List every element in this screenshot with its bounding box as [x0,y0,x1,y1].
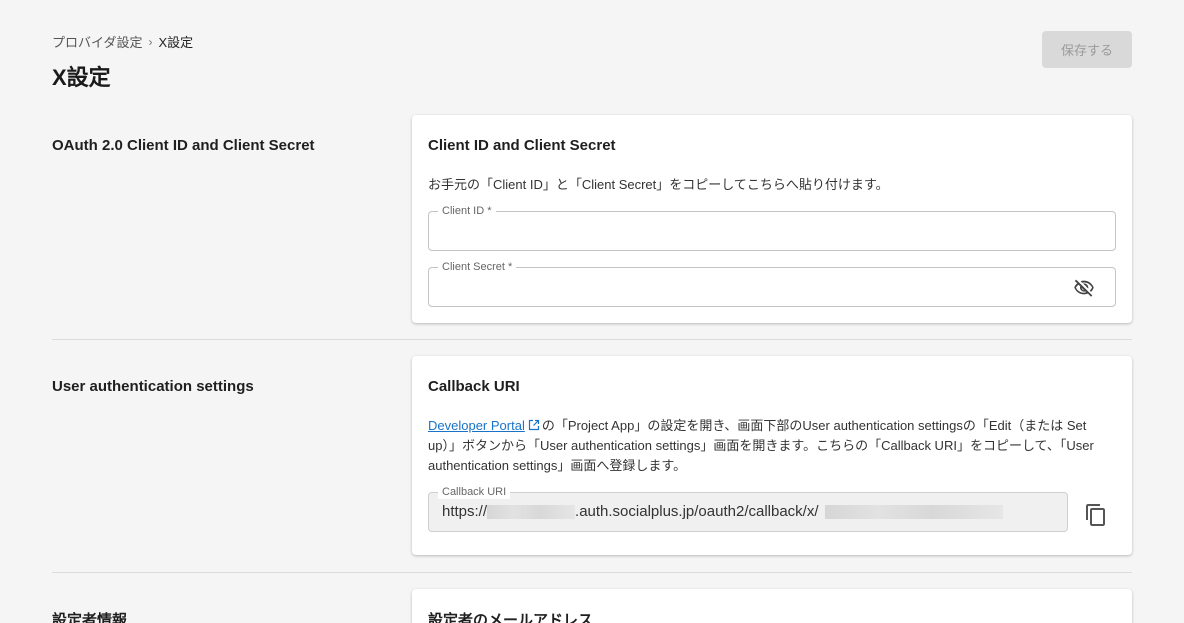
copy-icon[interactable] [1084,503,1108,527]
callback-uri-middle: .auth.socialplus.jp/oauth2/callback/x/ [575,503,819,520]
redacted-tenant [487,504,576,519]
card-description-client-credentials: お手元の「Client ID」と「Client Secret」をコピーしてこちら… [428,177,889,192]
card-title-setter-email: 設定者のメールアドレス [428,612,594,623]
client-id-label: Client ID * [438,204,496,218]
developer-portal-link[interactable]: Developer Portal [428,418,525,433]
page: プロバイダ設定 › X設定 X設定 保存する OAuth 2.0 Client … [0,0,1184,623]
breadcrumb: プロバイダ設定 › X設定 [52,32,193,51]
callback-uri-value: https:// .auth.socialplus.jp/oauth2/call… [442,503,1003,520]
section-label-oauth: OAuth 2.0 Client ID and Client Secret [52,137,315,154]
external-link-icon[interactable] [528,419,540,431]
section-oauth: OAuth 2.0 Client ID and Client Secret Cl… [52,115,1132,325]
section-divider [52,339,1132,340]
callback-uri-field: Callback URI https:// .auth.socialplus.j… [428,485,1068,532]
client-secret-label: Client Secret * [438,260,517,274]
card-title-client-credentials: Client ID and Client Secret [428,137,616,154]
card-callback-uri: Callback URI Developer Portal の「Project A… [412,356,1132,555]
section-label-user-auth: User authentication settings [52,378,254,395]
section-setter: 設定者情報 設定者のメールアドレス [52,589,1132,623]
card-client-credentials: Client ID and Client Secret お手元の「Client … [412,115,1132,323]
section-user-auth: User authentication settings Callback UR… [52,356,1132,556]
section-label-setter: 設定者情報 [52,612,128,623]
eye-off-icon[interactable] [1073,277,1095,299]
client-secret-field[interactable]: Client Secret * [428,260,1116,307]
client-id-input[interactable] [441,220,1067,244]
card-setter-email: 設定者のメールアドレス [412,589,1132,623]
callback-uri-label: Callback URI [438,485,511,499]
callback-uri-prefix: https:// [442,503,488,520]
breadcrumb-provider-settings[interactable]: プロバイダ設定 [52,32,142,51]
breadcrumb-current: X設定 [158,35,194,50]
save-button[interactable]: 保存する [1042,31,1132,68]
section-divider [52,572,1132,573]
client-id-field[interactable]: Client ID * [428,204,1116,251]
card-title-callback-uri: Callback URI [428,378,520,395]
redacted-id [824,504,1003,519]
breadcrumb-separator: › [148,34,153,49]
page-title: X設定 [52,65,111,90]
client-secret-input[interactable] [441,276,1067,300]
card-description-callback-uri: Developer Portal の「Project App」の設定を開き、画面下… [428,416,1116,476]
